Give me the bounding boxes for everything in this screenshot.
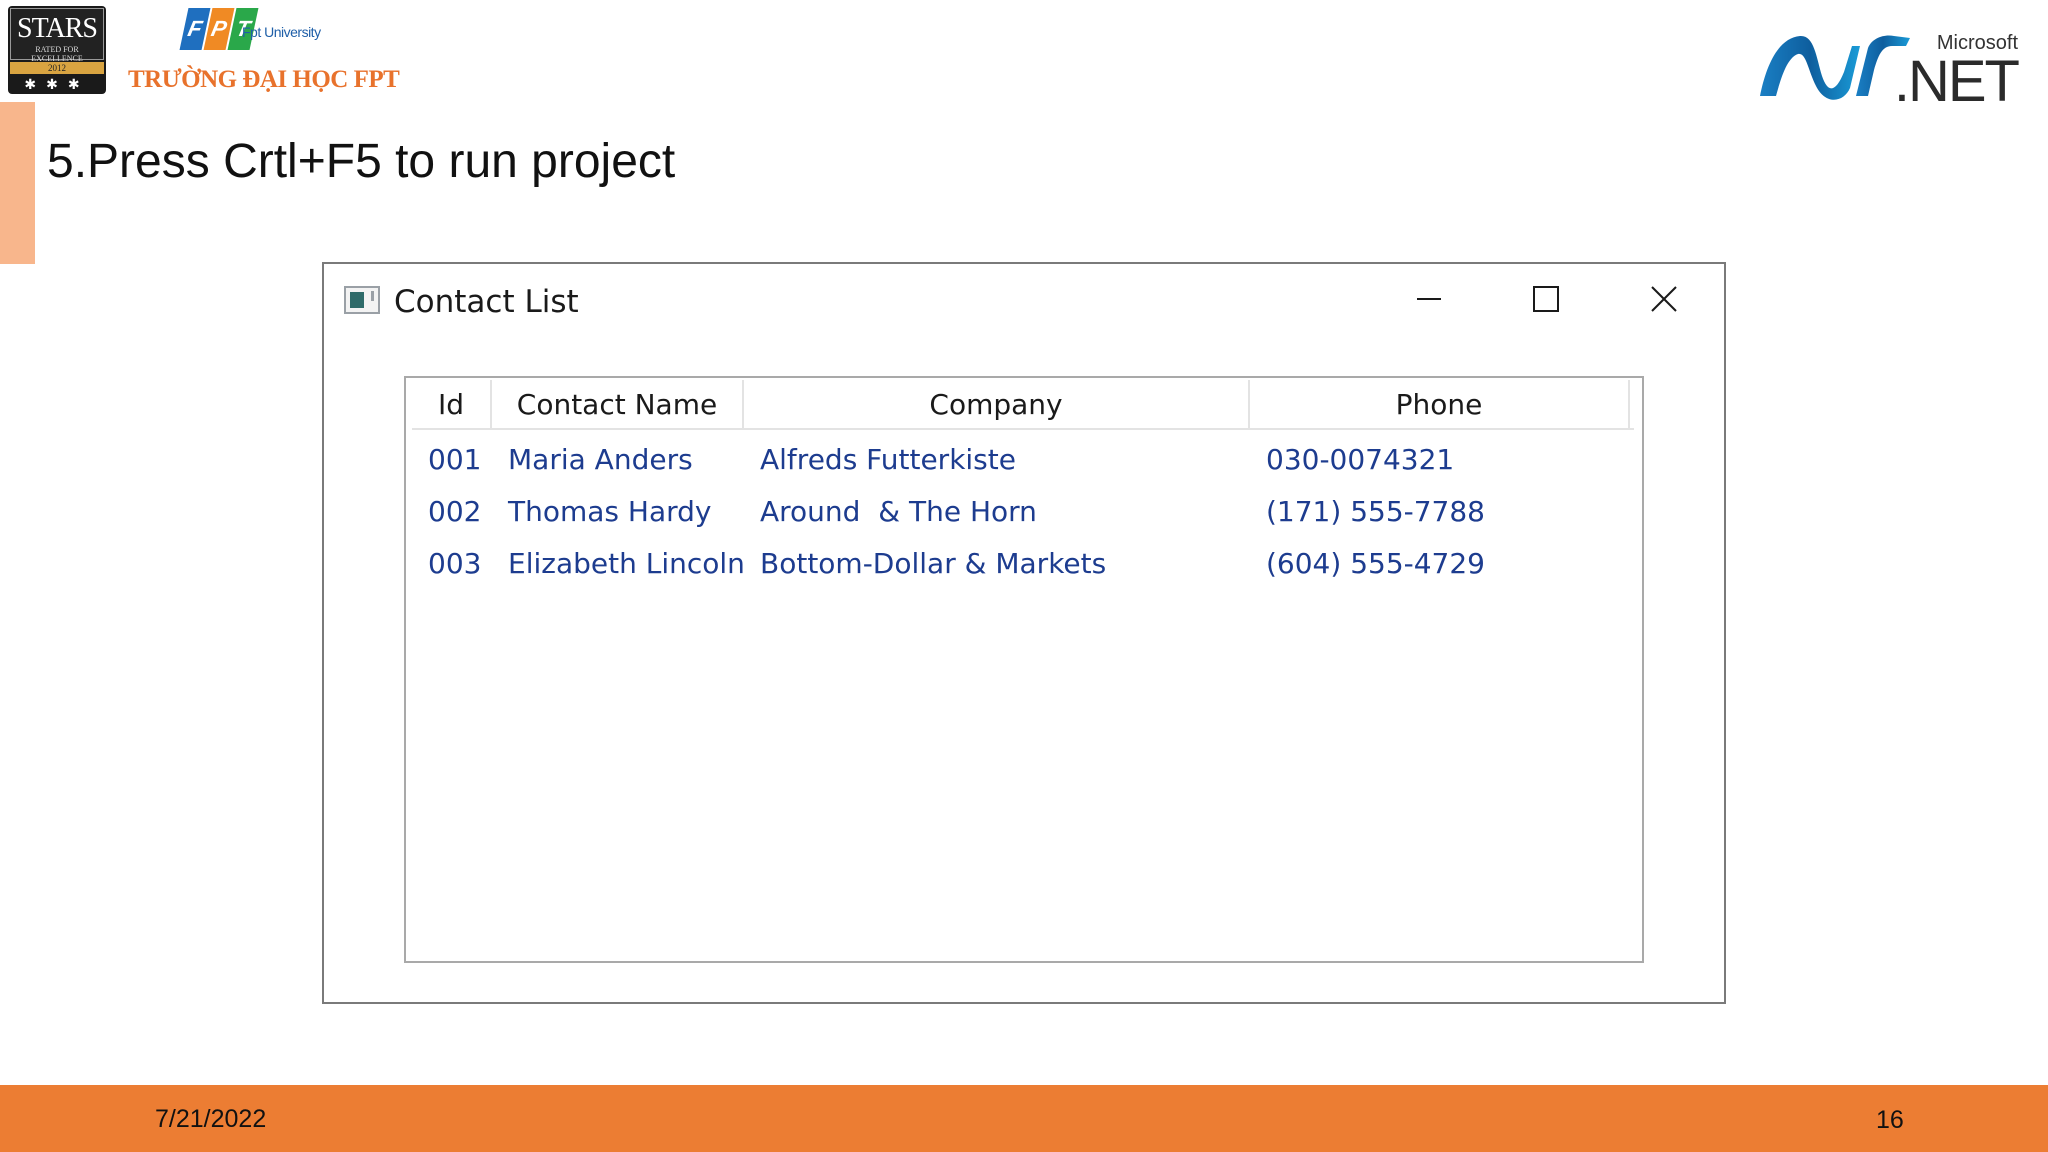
slide-page-number: 16 [1876, 1106, 1904, 1134]
slide: STARS RATED FOR EXCELLENCE 2012 ✱✱✱ F P … [0, 0, 2048, 1152]
stars-rating-logo: STARS RATED FOR EXCELLENCE 2012 ✱✱✱ [8, 6, 106, 94]
fpt-vietnamese-name: TRƯỜNG ĐẠI HỌC FPT [128, 66, 400, 93]
contact-list-window[interactable]: Contact List Id Contact Name Company Pho… [322, 262, 1726, 1004]
cell-contact-name: Thomas Hardy [508, 495, 712, 528]
table-row[interactable]: 001 Maria Anders Alfreds Futterkiste 030… [412, 434, 1634, 486]
stars-logo-subtitle: RATED FOR EXCELLENCE [31, 45, 83, 63]
dotnet-wave-icon [1760, 35, 1910, 100]
fpt-university-logo: F P T Fpt University [179, 4, 360, 60]
slide-title: 5.Press Crtl+F5 to run project [47, 135, 676, 188]
window-titlebar[interactable]: Contact List [324, 264, 1724, 336]
minimize-icon [1417, 298, 1441, 300]
cell-id: 002 [428, 495, 482, 528]
table-row[interactable]: 002 Thomas Hardy Around & The Horn (171)… [412, 486, 1634, 538]
column-header-id[interactable]: Id [412, 380, 492, 428]
contact-listview[interactable]: Id Contact Name Company Phone 001 Maria … [404, 376, 1644, 963]
minimize-button[interactable] [1399, 274, 1459, 324]
dotnet-logo: Microsoft .NET [1756, 26, 2024, 114]
fpt-university-label: Fpt University [242, 24, 321, 40]
column-header-phone[interactable]: Phone [1250, 380, 1630, 428]
column-header-company[interactable]: Company [744, 380, 1250, 428]
app-window-icon [344, 286, 380, 314]
table-row[interactable]: 003 Elizabeth Lincoln Bottom-Dollar & Ma… [412, 538, 1634, 590]
listview-header: Id Contact Name Company Phone [412, 380, 1634, 430]
maximize-button[interactable] [1516, 274, 1576, 324]
slide-date: 7/21/2022 [155, 1105, 267, 1133]
cell-phone: 030-0074321 [1266, 443, 1455, 476]
dotnet-product-label: .NET [1893, 49, 2020, 114]
stars-logo-year: 2012 [10, 62, 104, 74]
cell-company: Bottom-Dollar & Markets [760, 547, 1107, 580]
footer-bar [0, 1085, 2048, 1152]
maximize-icon [1533, 286, 1559, 312]
cell-contact-name: Maria Anders [508, 443, 693, 476]
stars-icon: ✱✱✱ [24, 76, 90, 92]
window-title: Contact List [394, 284, 579, 320]
stars-logo-word: STARS [17, 13, 98, 44]
cell-id: 001 [428, 443, 482, 476]
column-header-contact-name[interactable]: Contact Name [492, 380, 744, 428]
cell-company: Around & The Horn [760, 495, 1037, 528]
title-accent-bar [0, 102, 35, 264]
close-icon [1651, 286, 1677, 312]
cell-id: 003 [428, 547, 482, 580]
cell-phone: (604) 555-4729 [1266, 547, 1485, 580]
cell-contact-name: Elizabeth Lincoln [508, 547, 745, 580]
stars-logo-panel: STARS RATED FOR EXCELLENCE [10, 8, 104, 63]
cell-phone: (171) 555-7788 [1266, 495, 1485, 528]
cell-company: Alfreds Futterkiste [760, 443, 1016, 476]
close-button[interactable] [1634, 274, 1694, 324]
